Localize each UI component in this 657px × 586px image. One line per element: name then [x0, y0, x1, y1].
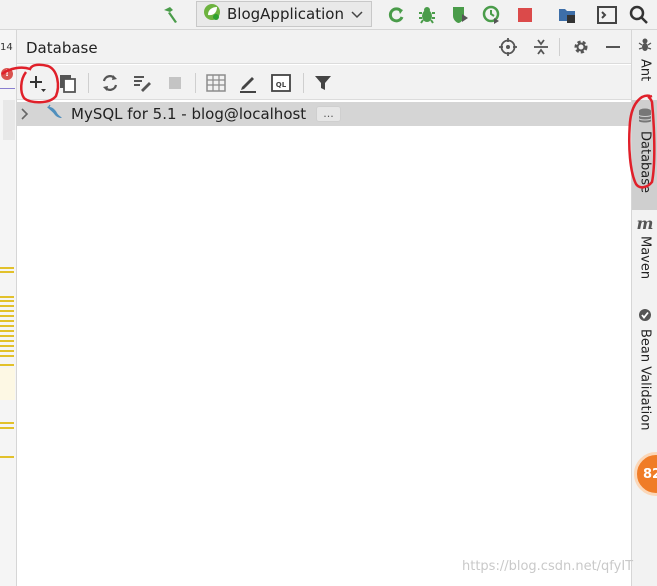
coverage-icon[interactable] — [449, 4, 471, 26]
run-config-selector[interactable]: BlogApplication — [196, 1, 372, 27]
collapse-all-icon[interactable] — [530, 36, 552, 58]
warning-marker[interactable] — [0, 296, 14, 298]
add-datasource-icon[interactable] — [25, 71, 49, 95]
terminal-icon[interactable] — [596, 4, 618, 26]
bean-validation-icon — [638, 307, 652, 326]
datasource-label: MySQL for 5.1 - blog@localhost — [71, 105, 307, 123]
main-toolbar: BlogApplication — [0, 0, 657, 30]
more-button[interactable]: ... — [316, 106, 341, 122]
svg-text:QL: QL — [276, 81, 287, 89]
warning-marker[interactable] — [0, 427, 14, 429]
minimize-icon[interactable] — [602, 36, 624, 58]
gutter-line-marker — [0, 88, 15, 89]
panel-title: Database — [26, 39, 98, 57]
search-icon[interactable] — [628, 4, 650, 26]
run-config-label: BlogApplication — [227, 5, 344, 23]
toolbar-separator — [303, 73, 304, 93]
debug-bug-icon[interactable] — [416, 4, 438, 26]
toolbar-separator — [195, 73, 196, 93]
tree-row-datasource[interactable]: MySQL for 5.1 - blog@localhost ... — [17, 102, 631, 126]
warning-marker[interactable] — [0, 355, 14, 357]
stop-icon[interactable] — [163, 71, 187, 95]
warning-marker[interactable] — [0, 456, 14, 458]
tool-tab-label: Bean Validation — [637, 329, 653, 431]
project-structure-icon[interactable] — [556, 4, 578, 26]
warning-marker[interactable] — [0, 345, 14, 347]
editor-gutter-strip: 14 ! — [0, 30, 17, 586]
line-number: 14 — [0, 42, 13, 53]
panel-header: Database — [17, 30, 631, 64]
schema-sync-icon[interactable] — [130, 71, 154, 95]
gear-icon[interactable] — [570, 36, 592, 58]
tool-tab-label: Ant — [637, 59, 653, 82]
warning-marker[interactable] — [0, 300, 14, 302]
warning-marker[interactable] — [0, 330, 14, 332]
warning-marker[interactable] — [0, 320, 14, 322]
highlight-region — [0, 368, 15, 400]
watermark: https://blog.csdn.net/qfyIT — [462, 559, 634, 574]
spring-leaf-icon — [203, 3, 221, 25]
hammer-icon[interactable] — [160, 4, 182, 26]
warning-marker[interactable] — [0, 315, 14, 317]
panel-toolbar: QL — [17, 65, 631, 100]
warning-marker[interactable] — [0, 340, 14, 342]
rerun-icon[interactable] — [385, 4, 407, 26]
ant-icon — [637, 36, 653, 56]
refresh-icon[interactable] — [98, 71, 122, 95]
database-icon — [638, 108, 652, 128]
filter-icon[interactable] — [311, 71, 335, 95]
tool-tab-maven[interactable]: m Maven — [632, 214, 657, 279]
badge-count: 82 — [643, 466, 657, 482]
tool-tab-bean-validation[interactable]: Bean Validation — [632, 307, 657, 430]
toolbar-separator — [88, 73, 89, 93]
database-tool-window: Database QL MySQL for 5.1 - blog@localho… — [17, 30, 631, 586]
chevron-down-icon — [351, 5, 363, 23]
warning-marker[interactable] — [0, 305, 14, 307]
profile-icon[interactable] — [481, 4, 503, 26]
right-tool-stripe: Ant Database m Maven Bean Validation — [631, 30, 657, 586]
tool-tab-database[interactable]: Database — [632, 100, 657, 210]
warning-marker[interactable] — [0, 422, 14, 424]
mysql-dolphin-icon — [45, 104, 63, 124]
warning-marker[interactable] — [0, 350, 14, 352]
locate-icon[interactable] — [497, 36, 519, 58]
error-icon[interactable]: ! — [1, 68, 13, 80]
console-ql-icon[interactable]: QL — [269, 71, 293, 95]
copy-icon[interactable] — [55, 71, 79, 95]
tool-tab-label: Maven — [637, 236, 653, 280]
warning-marker[interactable] — [0, 310, 14, 312]
table-editor-icon[interactable] — [204, 71, 228, 95]
warning-marker[interactable] — [0, 335, 14, 337]
tool-tab-label: Database — [637, 131, 653, 194]
header-separator — [559, 38, 560, 56]
edit-icon[interactable] — [236, 71, 260, 95]
warning-marker[interactable] — [0, 271, 14, 273]
warning-marker[interactable] — [0, 325, 14, 327]
maven-icon: m — [636, 214, 654, 233]
warning-marker[interactable] — [0, 267, 14, 269]
tool-tab-ant[interactable]: Ant — [632, 36, 657, 81]
chevron-right-icon[interactable] — [21, 108, 33, 120]
gutter-block — [3, 100, 15, 140]
warning-marker[interactable] — [0, 364, 14, 366]
stop-icon[interactable] — [514, 4, 536, 26]
